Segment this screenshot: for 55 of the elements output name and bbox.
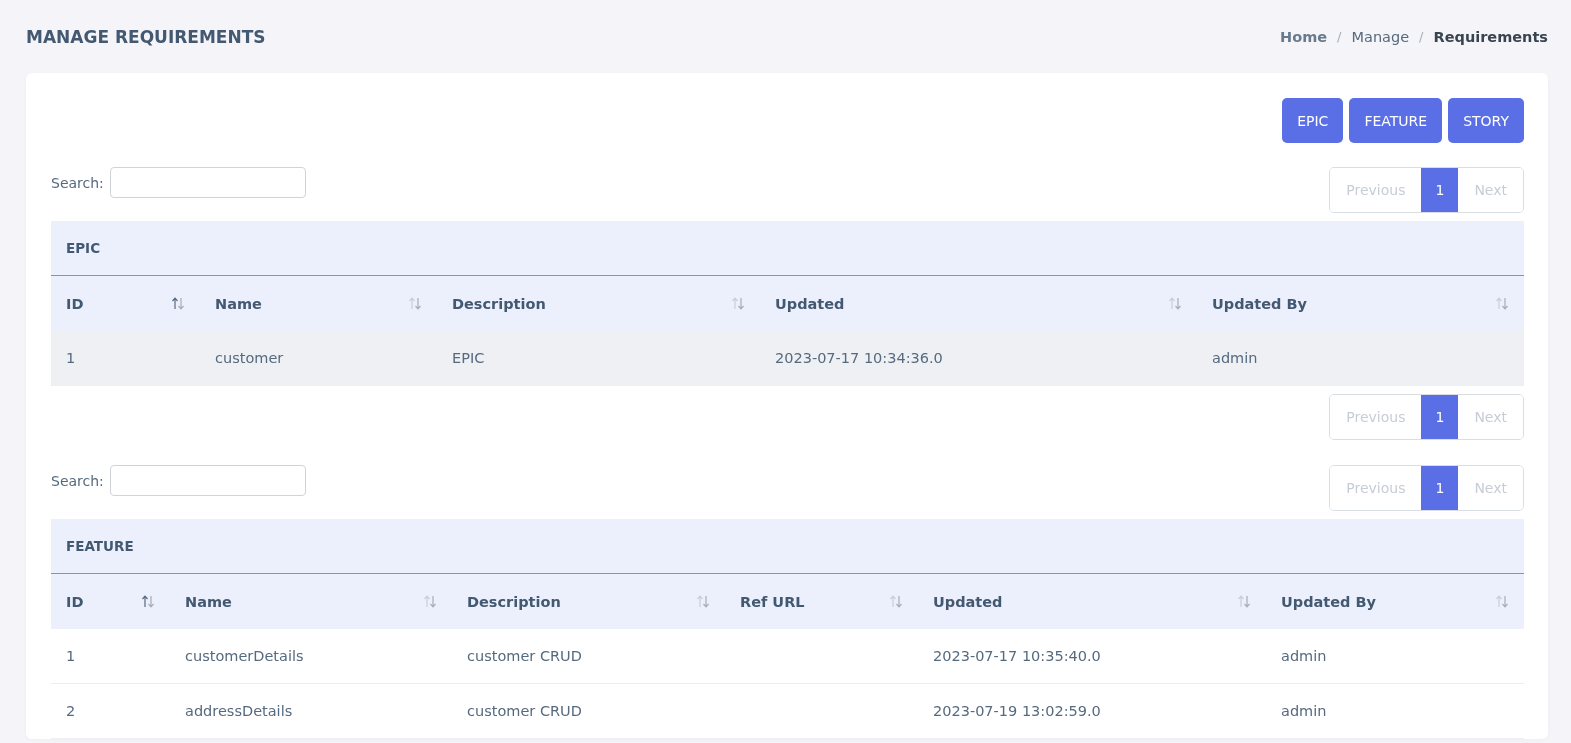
table-cell: admin (1281, 703, 1327, 719)
table-cell: EPIC (452, 350, 485, 366)
table-cell: 1 (66, 350, 76, 366)
column-header[interactable]: Name (170, 574, 452, 629)
breadcrumb-current: Requirements (1433, 28, 1548, 45)
breadcrumb-separator: / (1337, 29, 1342, 44)
breadcrumb-link[interactable]: Home (1280, 28, 1328, 45)
table-cell: customerDetails (185, 648, 304, 664)
column-label: Name (215, 295, 262, 312)
breadcrumb-item[interactable]: Manage (1351, 28, 1410, 45)
column-label: Updated (775, 295, 845, 312)
table-cell: 2023-07-17 10:34:36.0 (775, 350, 943, 366)
add-type-button[interactable]: FEATURE (1349, 98, 1443, 143)
column-header[interactable]: Description (437, 276, 760, 331)
column-label: Description (452, 295, 546, 312)
column-header[interactable]: ID (51, 276, 200, 331)
add-type-button[interactable]: STORY (1448, 98, 1524, 143)
table-cell: customer CRUD (467, 648, 582, 664)
column-header[interactable]: Name (200, 276, 437, 331)
table-cell: 1 (66, 648, 76, 664)
table-cell: 2023-07-19 13:02:59.0 (933, 703, 1101, 719)
column-label: Name (185, 593, 232, 610)
column-label: Ref URL (740, 593, 805, 610)
column-label: ID (66, 295, 84, 312)
table-cell: admin (1212, 350, 1258, 366)
table-caption: EPIC (51, 221, 1524, 276)
column-label: ID (66, 593, 84, 610)
search-field[interactable] (109, 167, 306, 198)
column-label: Description (467, 593, 561, 610)
column-header[interactable]: Updated (760, 276, 1197, 331)
page-number-button[interactable]: 1 (1421, 466, 1459, 510)
table-cell: 2023-07-17 10:35:40.0 (933, 648, 1101, 664)
table-cell: admin (1281, 648, 1327, 664)
column-header[interactable]: Ref URL (725, 574, 918, 629)
page-number-button[interactable]: 1 (1421, 168, 1459, 212)
column-label: Updated By (1281, 593, 1376, 610)
table-cell: customer (215, 350, 284, 366)
column-label: Updated By (1212, 295, 1307, 312)
search-label: Search: (51, 174, 104, 191)
table-cell: addressDetails (185, 703, 293, 719)
page-number-button[interactable]: 1 (1421, 395, 1459, 439)
column-header[interactable]: Description (452, 574, 725, 629)
table-caption: FEATURE (51, 519, 1524, 574)
page-title: MANAGE REQUIREMENTS (26, 26, 266, 47)
add-type-button[interactable]: EPIC (1282, 98, 1344, 143)
search-field[interactable] (109, 465, 306, 496)
column-header[interactable]: ID (51, 574, 170, 629)
column-label: Updated (933, 593, 1003, 610)
search-label: Search: (51, 472, 104, 489)
breadcrumb-separator: / (1419, 29, 1424, 44)
column-header[interactable]: Updated By (1197, 276, 1524, 331)
table-cell: customer CRUD (467, 703, 582, 719)
column-header[interactable]: Updated (918, 574, 1266, 629)
table-cell: 2 (66, 703, 76, 719)
column-header[interactable]: Updated By (1266, 574, 1524, 629)
